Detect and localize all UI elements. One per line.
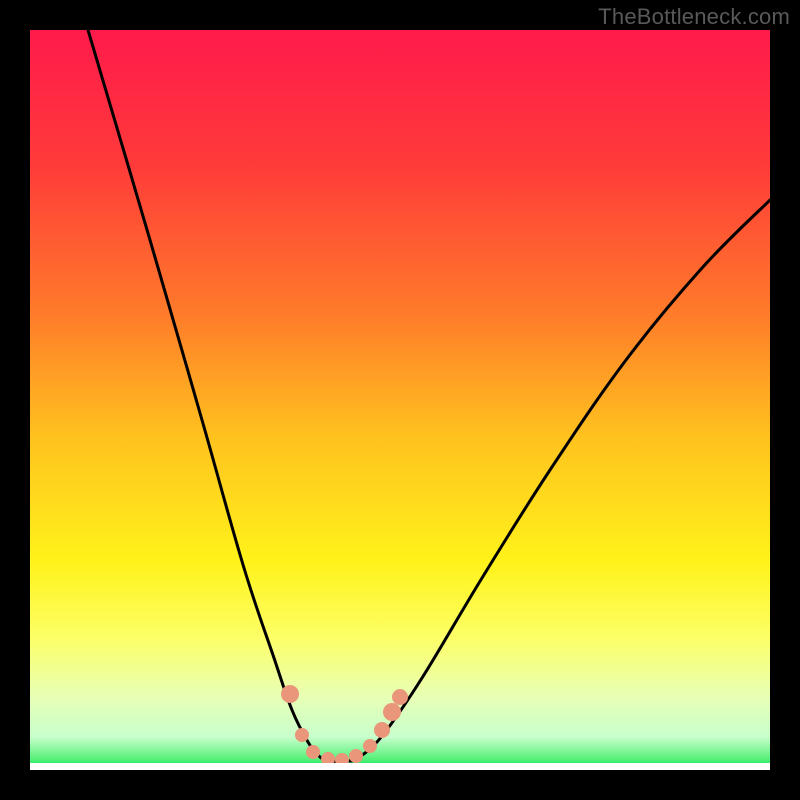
marker-dot xyxy=(281,685,299,703)
baseline-strip xyxy=(30,763,770,770)
marker-dot xyxy=(349,749,363,763)
marker-dot xyxy=(374,722,390,738)
marker-dot xyxy=(363,739,377,753)
marker-dot xyxy=(295,728,309,742)
marker-dot xyxy=(383,703,401,721)
attribution-label: TheBottleneck.com xyxy=(598,4,790,30)
plot-area xyxy=(30,30,770,770)
marker-dot xyxy=(306,745,320,759)
gradient-background xyxy=(30,30,770,770)
plot-svg xyxy=(30,30,770,770)
marker-dot xyxy=(392,689,408,705)
chart-frame: TheBottleneck.com xyxy=(0,0,800,800)
